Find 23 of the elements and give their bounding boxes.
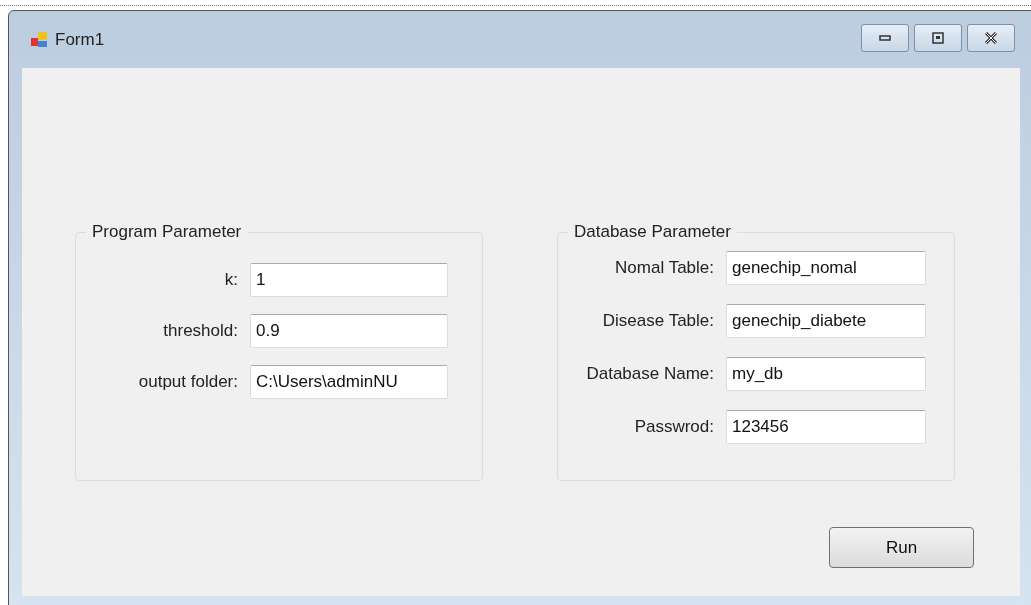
field-label: threshold: [162,320,239,343]
restore-icon [932,31,944,44]
text-field[interactable]: 123456 [726,410,926,444]
text-field[interactable]: 1 [250,263,448,297]
field-label: Disease Table: [601,310,715,333]
text-field[interactable]: 0.9 [250,314,448,348]
minimize-button[interactable] [861,23,909,52]
field-label: Database Name: [585,363,715,386]
field-label: Nomal Table: [614,257,715,280]
run-button[interactable]: Run [829,527,974,568]
close-icon [984,31,998,44]
maximize-button[interactable] [914,23,962,52]
field-label: k: [223,269,239,292]
field-label: Passwrod: [633,416,715,439]
close-button[interactable] [967,23,1015,52]
text-field[interactable]: C:\Users\adminNU [250,365,448,399]
window-title: Form1 [55,28,105,51]
text-field[interactable]: genechip_nomal [726,251,926,285]
text-field[interactable]: genechip_diabete [726,304,926,338]
app-icon [30,30,48,49]
minimize-icon [879,34,891,41]
field-label: output folder: [137,371,239,394]
text-field[interactable]: my_db [726,357,926,391]
